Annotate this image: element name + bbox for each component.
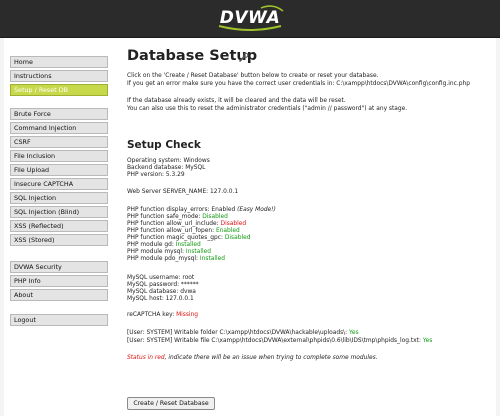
sidebar-group-settings: DVWA Security PHP Info About [10, 261, 108, 303]
status-note-red: Status in red [127, 355, 165, 361]
php-module-value: Installed [199, 256, 226, 262]
php-module-label: PHP module gd: [127, 242, 176, 248]
sidebar-group-logout: Logout [10, 314, 108, 328]
php-module-value: Installed [185, 249, 211, 255]
writable-file-line: [User: SYSTEM] Writable file C:\xampp\ht… [127, 338, 432, 345]
status-note: Status in red, indicate there will be an… [127, 355, 378, 361]
logo-text: DVWA [219, 8, 281, 28]
writable-folder-label: [User: SYSTEM] Writable folder C:\xampp\… [127, 330, 350, 336]
wrench-icon [239, 52, 249, 62]
php-function-label: PHP function display_errors: [127, 207, 212, 213]
status-note-rest: , indicate there will be an issue when t… [164, 355, 378, 361]
intro-line-2: If you get an error make sure you have t… [127, 81, 470, 87]
php-function-label: PHP function allow_url_fopen: [127, 228, 216, 234]
intro-line-1: Click on the 'Create / Reset Database' b… [127, 73, 379, 79]
setup-check-heading: Setup Check [127, 139, 201, 151]
intro-line-3: If the database already exists, it will … [127, 98, 346, 104]
php-module-label: PHP module mysql: [127, 249, 186, 255]
php-module-label: PHP module pdo_mysql: [127, 256, 200, 262]
writable-file-label: [User: SYSTEM] Writable file C:\xampp\ht… [127, 338, 423, 344]
php-function-value: Disabled [220, 221, 247, 227]
header-bar: DVWA [0, 0, 500, 38]
sidebar-item-command-injection[interactable]: Command Injection [10, 122, 108, 134]
mysql-host-line: MySQL host: 127.0.0.1 [127, 296, 194, 302]
main-content: Database Setup Click on the 'Create / Re… [127, 38, 497, 416]
intro-line-4: You can also use this to reset the admin… [127, 106, 408, 112]
php-function-label: PHP function magic_quotes_gpc: [127, 235, 225, 241]
sidebar-item-sql-injection[interactable]: SQL Injection [10, 192, 108, 204]
php-function-extra: (Easy Mode!) [235, 207, 276, 213]
sidebar-item-csrf[interactable]: CSRF [10, 136, 108, 148]
sidebar-group-main: Home Instructions Setup / Reset DB [10, 56, 108, 98]
sidebar-group-vulnerabilities: Brute Force Command Injection CSRF File … [10, 108, 108, 248]
server-name-line: Web Server SERVER_NAME: 127.0.0.1 [127, 189, 239, 195]
sidebar-item-sql-injection-blind[interactable]: SQL Injection (Blind) [10, 206, 108, 218]
recaptcha-value: Missing [176, 312, 199, 318]
php-function-label: PHP function safe_mode: [127, 214, 203, 220]
sidebar: Home Instructions Setup / Reset DB Brute… [4, 38, 112, 416]
dvwa-logo[interactable]: DVWA [209, 3, 291, 33]
sidebar-item-setup-reset-db[interactable]: Setup / Reset DB [10, 84, 108, 96]
php-module-row: PHP module pdo_mysql: Installed [127, 256, 225, 263]
sidebar-item-brute-force[interactable]: Brute Force [10, 108, 108, 120]
writable-folder-line: [User: SYSTEM] Writable folder C:\xampp\… [127, 330, 359, 337]
php-version-line: PHP version: 5.3.29 [127, 172, 185, 178]
sidebar-item-dvwa-security[interactable]: DVWA Security [10, 261, 108, 273]
sidebar-item-xss-stored[interactable]: XSS (Stored) [10, 234, 108, 246]
writable-file-value: Yes [422, 338, 433, 344]
sidebar-item-file-inclusion[interactable]: File Inclusion [10, 150, 108, 162]
writable-folder-value: Yes [349, 330, 359, 336]
php-function-value: Enabled [215, 228, 240, 234]
sidebar-item-insecure-captcha[interactable]: Insecure CAPTCHA [10, 178, 108, 190]
sidebar-item-logout[interactable]: Logout [10, 314, 108, 326]
sidebar-item-php-info[interactable]: PHP Info [10, 275, 108, 287]
php-module-value: Installed [175, 242, 201, 248]
php-function-value: Enabled [211, 207, 236, 213]
recaptcha-label: reCAPTCHA key: [127, 312, 177, 318]
create-reset-database-button[interactable]: Create / Reset Database [127, 397, 215, 410]
sidebar-item-xss-reflected[interactable]: XSS (Reflected) [10, 220, 108, 232]
sidebar-item-file-upload[interactable]: File Upload [10, 164, 108, 176]
sidebar-item-instructions[interactable]: Instructions [10, 70, 108, 82]
php-function-value: Disabled [224, 235, 251, 241]
php-function-label: PHP function allow_url_include: [127, 221, 221, 227]
recaptcha-line: reCAPTCHA key: Missing [127, 312, 198, 319]
sidebar-item-home[interactable]: Home [10, 56, 108, 68]
sidebar-item-about[interactable]: About [10, 289, 108, 301]
php-function-value: Disabled [202, 214, 228, 220]
